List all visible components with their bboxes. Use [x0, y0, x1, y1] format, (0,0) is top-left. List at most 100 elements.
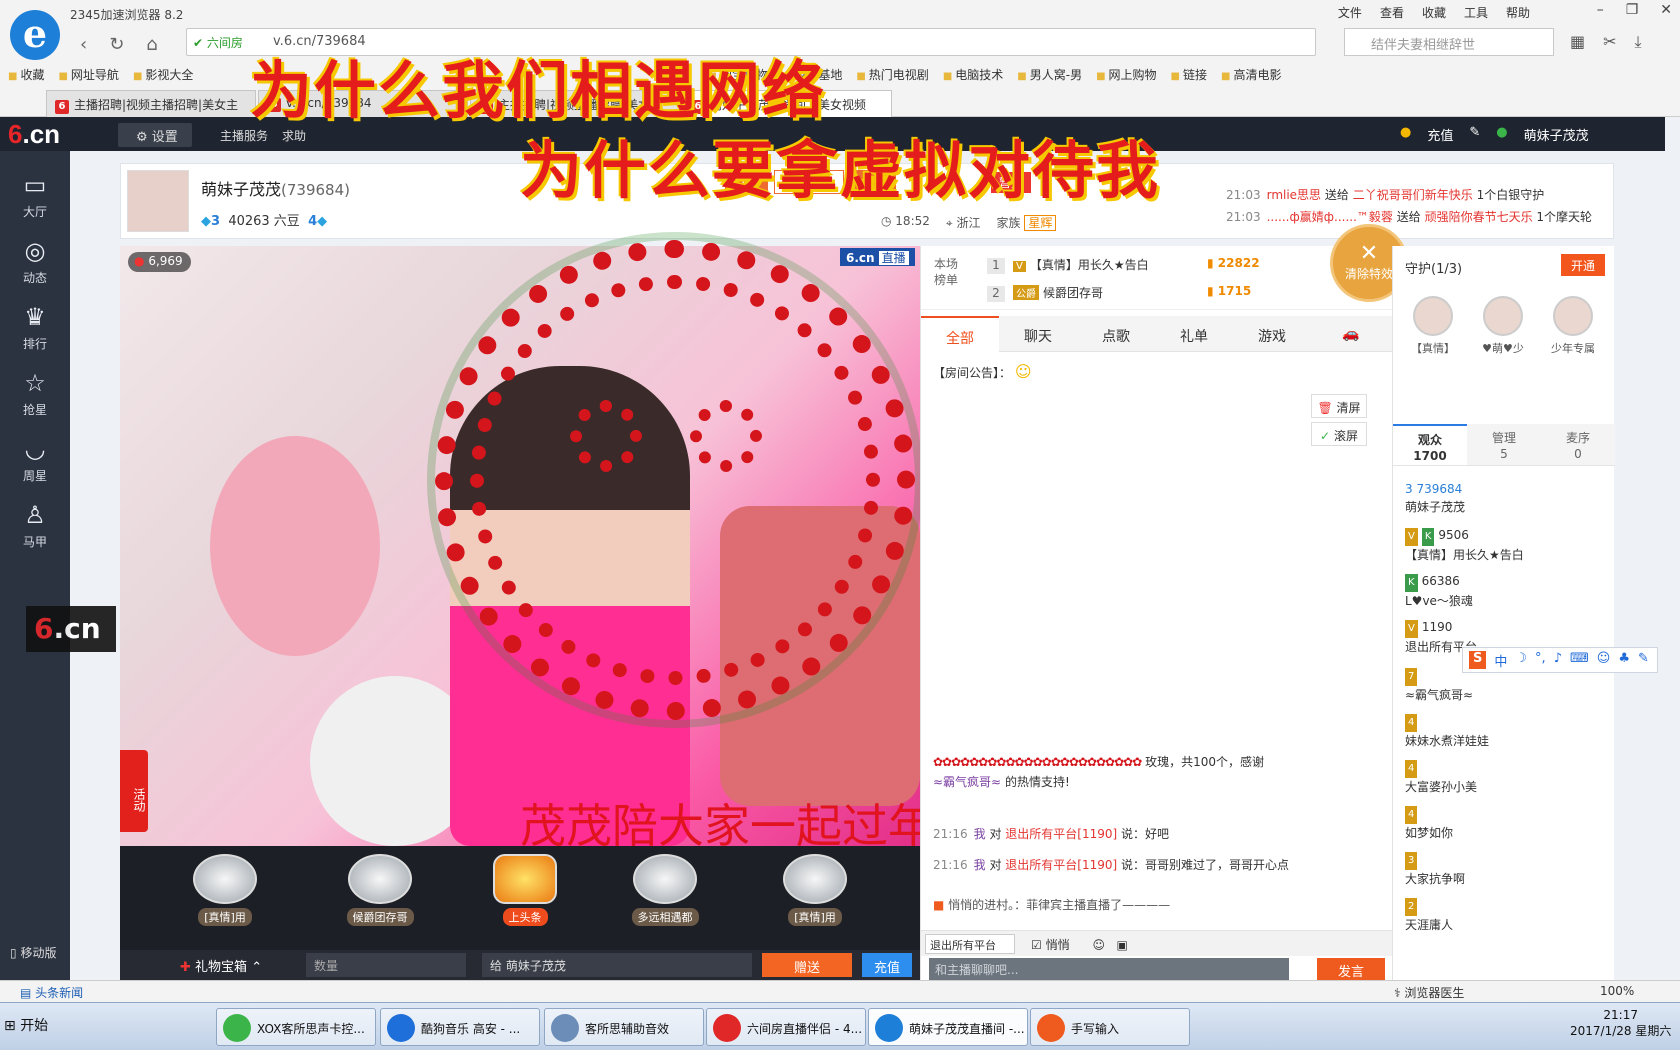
bookmark-item[interactable]: 电脑技术	[943, 66, 1003, 83]
minimize-icon[interactable]: –	[1597, 2, 1604, 18]
browser-tab[interactable]: 主播招聘|视频主播招聘|美女主	[46, 90, 256, 117]
taskbar-item[interactable]: 客所思辅助音效	[544, 1008, 704, 1046]
rank-row[interactable]: 1 V 【真情】用长久★告白 ▮ 22822	[987, 256, 1260, 274]
tab-song[interactable]: 点歌	[1077, 316, 1155, 352]
user-icon[interactable]: ☺	[1597, 651, 1611, 669]
quantity-input[interactable]: 数量	[306, 953, 466, 977]
site-logo[interactable]: 6.cn	[8, 119, 60, 150]
browser-doctor[interactable]: ⚕ 浏览器医生	[1394, 984, 1464, 1001]
user-name[interactable]: 萌妹子茂茂	[1524, 125, 1589, 144]
menu-file[interactable]: 文件	[1338, 4, 1362, 21]
back-icon[interactable]: ‹	[80, 34, 87, 55]
grid-icon[interactable]: ▦	[1570, 32, 1585, 52]
tab-game[interactable]: 游戏	[1233, 316, 1311, 352]
wrench-icon[interactable]: ✎	[1638, 651, 1649, 669]
close-icon[interactable]: ✕	[1660, 2, 1672, 18]
list-item[interactable]: 3 大家抗争啊	[1405, 850, 1605, 888]
moon-icon[interactable]: ☽	[1515, 651, 1527, 669]
sidebar-item-star[interactable]: ☆ 抢星	[0, 359, 70, 425]
punct-icon[interactable]: °,	[1535, 651, 1546, 669]
menu-view[interactable]: 查看	[1380, 4, 1404, 21]
list-item[interactable]: 4 如梦如你	[1405, 804, 1605, 842]
gift-slot-2[interactable]: 候爵团存哥	[325, 854, 435, 944]
gift-slot-4[interactable]: 多远相遇都	[610, 854, 720, 944]
gift-recipient-select[interactable]: 给 萌妹子茂茂	[482, 953, 752, 977]
refresh-icon[interactable]: ↻	[109, 34, 124, 55]
ime-mode[interactable]: 中	[1494, 651, 1507, 670]
guard-slot[interactable]: ♥萌♥少	[1473, 296, 1533, 356]
menu-tools[interactable]: 工具	[1464, 4, 1488, 21]
list-item[interactable]: 4 大富婆孙小美	[1405, 758, 1605, 796]
bookmark-item[interactable]: 影视大全	[133, 66, 193, 83]
sidebar-item-dynamic[interactable]: ◎ 动态	[0, 227, 70, 293]
host-avatar[interactable]	[127, 170, 189, 232]
keyboard-icon[interactable]: ⌨	[1570, 651, 1589, 669]
tab-audience[interactable]: 观众 1700	[1393, 424, 1467, 465]
charge-button[interactable]: 充值	[862, 953, 912, 977]
news-link[interactable]: ▤ 头条新闻	[20, 984, 83, 1001]
tab-chat[interactable]: 聊天	[999, 316, 1077, 352]
list-item[interactable]: 3 739684 萌妹子茂茂	[1405, 480, 1605, 516]
gear-icon: ⚙	[136, 130, 148, 145]
tab-all[interactable]: 全部	[921, 316, 999, 352]
home-icon[interactable]: ⌂	[146, 34, 157, 55]
bookmark-item[interactable]: 收藏	[8, 66, 44, 83]
tab-admin[interactable]: 管理 5	[1467, 424, 1541, 465]
speak-button[interactable]: 发言	[1317, 958, 1385, 980]
settings-button[interactable]: ⚙ 设置	[118, 123, 192, 147]
gift-headline[interactable]: 上头条	[470, 854, 580, 944]
guard-slot[interactable]: 少年专属	[1543, 296, 1603, 356]
sidebar-item-vest[interactable]: ♙ 马甲	[0, 491, 70, 557]
send-gift-button[interactable]: 赠送	[762, 953, 852, 977]
bookmark-item[interactable]: 网上购物	[1096, 66, 1157, 83]
list-item[interactable]: 2 天涯庸人	[1405, 896, 1605, 934]
tab-mic-queue[interactable]: 麦序 0	[1541, 424, 1615, 465]
gift-box-button[interactable]: ✚ 礼物宝箱 ⌃	[180, 956, 262, 975]
rank-row[interactable]: 2 公爵 候爵团存哥 ▮ 1715	[987, 284, 1251, 302]
guard-slot[interactable]: 【真情】	[1403, 296, 1463, 356]
gift-slot-1[interactable]: [真情]用	[170, 854, 280, 944]
scroll-screen-button[interactable]: ✓ 滚屏	[1311, 422, 1367, 446]
download-icon[interactable]: ⤓	[1635, 32, 1642, 52]
sidebar-item-hall[interactable]: ▭ 大厅	[0, 161, 70, 227]
edit-icon[interactable]: ✎	[1469, 125, 1480, 144]
bookmark-item[interactable]: 热门电视剧	[856, 66, 929, 83]
tab-giftlist[interactable]: 礼单	[1155, 316, 1233, 352]
taskbar-item[interactable]: 酷狗音乐 高安 - ...	[380, 1008, 540, 1046]
clear-screen-button[interactable]: 🗑 清屏	[1311, 394, 1367, 418]
start-button[interactable]: ⊞ 开始	[4, 1015, 48, 1035]
list-item[interactable]: 4 妹妹水煮洋娃娃	[1405, 712, 1605, 750]
bookmark-item[interactable]: 链接	[1171, 66, 1207, 83]
mic-icon[interactable]: ♪	[1554, 651, 1562, 669]
charge-link[interactable]: 充值	[1427, 125, 1453, 144]
zoom-level[interactable]: 100%	[1600, 984, 1634, 998]
sidebar-item-rank[interactable]: ♛ 排行	[0, 293, 70, 359]
car-icon[interactable]: 🚗	[1311, 316, 1391, 352]
whisper-checkbox[interactable]: ☑ 悄悄 ☺ ▣	[1031, 936, 1128, 953]
mobile-version-link[interactable]: ▯ 移动版	[10, 944, 56, 961]
sidebar-item-weekstar[interactable]: ◡ 周星	[0, 425, 70, 491]
taskbar-item[interactable]: XOX客所思声卡控...	[216, 1008, 376, 1046]
menu-favorites[interactable]: 收藏	[1422, 4, 1446, 21]
scissors-icon[interactable]: ✂	[1603, 32, 1616, 52]
list-item[interactable]: V K 9506 【真情】用长久★告白	[1405, 526, 1605, 564]
room-id: (739684)	[281, 181, 350, 199]
menu-help[interactable]: 帮助	[1506, 4, 1530, 21]
list-item[interactable]: K 66386 L♥ve〜狼魂	[1405, 572, 1605, 610]
maximize-icon[interactable]: ❐	[1626, 2, 1639, 18]
bookmark-item[interactable]: 高清电影	[1221, 66, 1281, 83]
taskbar-item[interactable]: 六间房直播伴侣 - 4...	[706, 1008, 866, 1046]
bookmark-item[interactable]: 网址导航	[58, 66, 119, 83]
chat-target-select[interactable]: 退出所有平台	[925, 934, 1015, 954]
sogou-icon[interactable]: S	[1469, 651, 1487, 669]
activity-tab[interactable]: 活动	[120, 750, 148, 832]
search-input[interactable]: 结伴夫妻相继辞世	[1344, 28, 1554, 56]
gift-slot-5[interactable]: [真情]用	[760, 854, 870, 944]
taskbar-item[interactable]: 萌妹子茂茂直播间 -...	[868, 1008, 1028, 1046]
open-guard-button[interactable]: 开通	[1561, 254, 1605, 276]
chat-input[interactable]: 和主播聊聊吧...	[929, 958, 1289, 980]
bookmark-item[interactable]: 男人窝-男	[1017, 66, 1082, 83]
taskbar-item[interactable]: 手写输入	[1030, 1008, 1190, 1046]
skin-icon[interactable]: ♣	[1618, 651, 1630, 669]
system-clock[interactable]: 21:17 2017/1/28 星期六	[1570, 1007, 1671, 1039]
